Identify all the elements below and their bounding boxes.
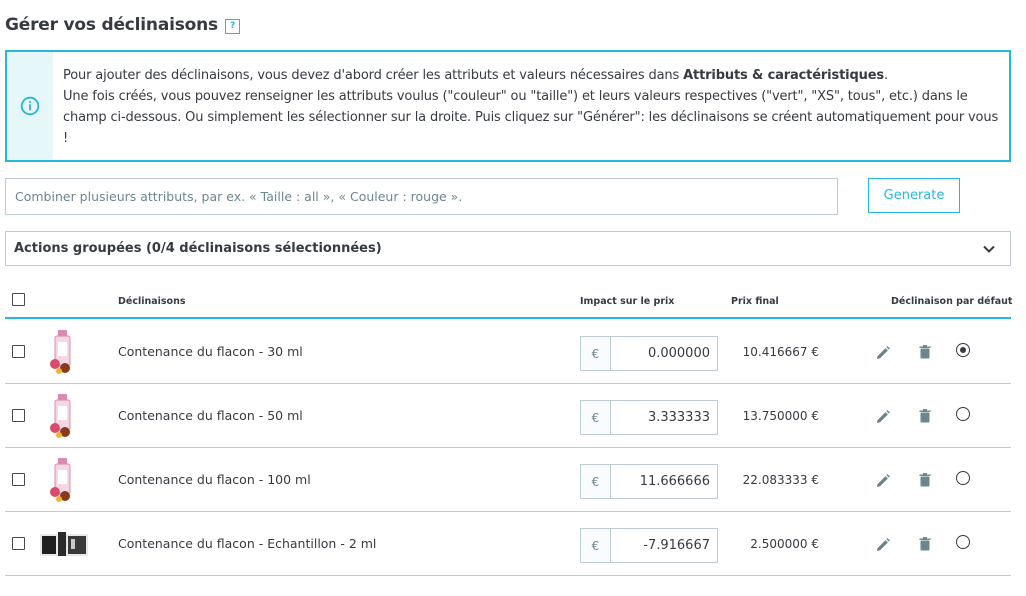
info-alert: Pour ajouter des déclinaisons, vous deve… — [5, 50, 1011, 162]
final-price: 13.750000 € — [742, 409, 819, 423]
edit-pencil-icon[interactable] — [875, 473, 891, 489]
combination-name: Contenance du flacon - 30 ml — [118, 344, 303, 359]
price-impact-field: € — [580, 464, 718, 499]
page-title: Gérer vos déclinaisons ? — [5, 13, 240, 37]
generate-button[interactable]: Generate — [868, 178, 960, 213]
page-title-text: Gérer vos déclinaisons — [5, 15, 218, 35]
currency-addon: € — [581, 401, 611, 434]
table-row: Contenance du flacon - 100 ml € 22.08333… — [5, 448, 1011, 512]
delete-trash-icon[interactable] — [917, 472, 933, 488]
combine-attributes-input[interactable] — [5, 178, 838, 215]
perfume-bottle-thumbnail — [50, 458, 71, 502]
alert-message: Pour ajouter des déclinaisons, vous deve… — [53, 52, 1009, 160]
header-default: Déclinaison par défaut — [891, 296, 1013, 307]
price-impact-field: € — [580, 336, 718, 371]
header-declinaisons: Déclinaisons — [118, 296, 186, 307]
default-radio[interactable] — [956, 535, 970, 549]
edit-pencil-icon[interactable] — [875, 537, 891, 553]
combination-name: Contenance du flacon - 50 ml — [118, 408, 303, 423]
alert-link-attributes: Attributs & caractéristiques — [683, 68, 884, 83]
row-checkbox[interactable] — [12, 345, 25, 358]
row-checkbox[interactable] — [12, 473, 25, 486]
alert-text-line1-end: . — [883, 68, 888, 83]
chevron-down-icon — [983, 245, 995, 253]
price-impact-input[interactable] — [611, 337, 717, 370]
price-impact-field: € — [580, 528, 718, 563]
default-radio[interactable] — [956, 407, 970, 421]
combination-name: Contenance du flacon - 100 ml — [118, 472, 311, 487]
final-price: 22.083333 € — [742, 473, 819, 487]
final-price: 2.500000 € — [750, 537, 819, 551]
info-icon — [20, 96, 40, 116]
table-row: Contenance du flacon - 50 ml € 13.750000… — [5, 384, 1011, 448]
delete-trash-icon[interactable] — [917, 344, 933, 360]
perfume-bottle-thumbnail — [50, 330, 71, 374]
header-price-impact: Impact sur le prix — [580, 296, 675, 307]
row-checkbox[interactable] — [12, 409, 25, 422]
default-radio[interactable] — [956, 471, 970, 485]
currency-addon: € — [581, 337, 611, 370]
edit-pencil-icon[interactable] — [875, 345, 891, 361]
perfume-bottle-thumbnail — [50, 394, 71, 438]
price-impact-field: € — [580, 400, 718, 435]
edit-pencil-icon[interactable] — [875, 409, 891, 425]
final-price: 10.416667 € — [742, 345, 819, 359]
help-icon[interactable]: ? — [224, 18, 240, 34]
header-final-price: Prix final — [731, 296, 779, 307]
select-all-checkbox[interactable] — [12, 293, 25, 306]
alert-icon-panel — [7, 52, 53, 160]
sample-box-thumbnail — [40, 532, 88, 556]
combination-name: Contenance du flacon - Echantillon - 2 m… — [118, 536, 377, 551]
price-impact-input[interactable] — [611, 401, 717, 434]
alert-text-line2: Une fois créés, vous pouvez renseigner l… — [63, 89, 999, 146]
delete-trash-icon[interactable] — [917, 408, 933, 424]
currency-addon: € — [581, 465, 611, 498]
bulk-actions-toggle[interactable]: Actions groupées (0/4 déclinaisons sélec… — [5, 231, 1011, 266]
price-impact-input[interactable] — [611, 465, 717, 498]
table-row: Contenance du flacon - Echantillon - 2 m… — [5, 512, 1011, 576]
price-impact-input[interactable] — [611, 529, 717, 562]
alert-text-line1: Pour ajouter des déclinaisons, vous deve… — [63, 68, 684, 83]
bulk-actions-label: Actions groupées (0/4 déclinaisons sélec… — [14, 241, 382, 256]
currency-addon: € — [581, 529, 611, 562]
table-row: Contenance du flacon - 30 ml € 10.416667… — [5, 320, 1011, 384]
delete-trash-icon[interactable] — [917, 536, 933, 552]
default-radio[interactable] — [956, 343, 970, 357]
row-checkbox[interactable] — [12, 537, 25, 550]
combinations-table-header: Déclinaisons Impact sur le prix Prix fin… — [5, 286, 1013, 319]
